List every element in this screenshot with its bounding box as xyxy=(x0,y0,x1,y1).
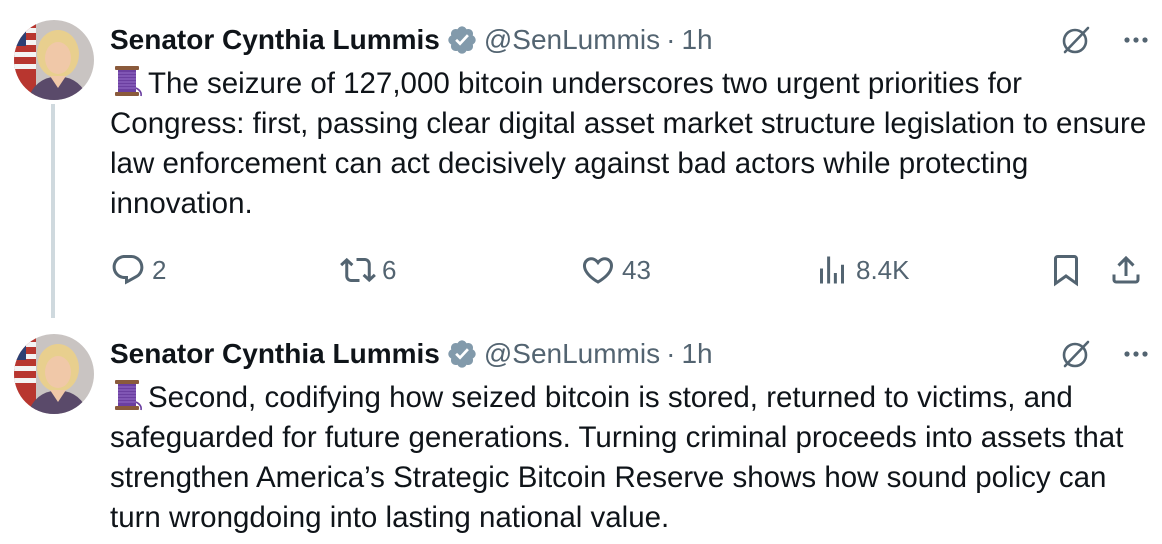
repost-icon xyxy=(340,257,376,283)
tweet-header: Senator Cynthia Lummis @SenLummis · 1h xyxy=(110,334,1162,374)
profile-photo-icon xyxy=(14,334,94,414)
reply-icon xyxy=(112,255,144,285)
timestamp[interactable]: 1h xyxy=(681,24,712,56)
grok-icon[interactable] xyxy=(1058,22,1094,58)
tweet-header: Senator Cynthia Lummis @SenLummis · 1h xyxy=(110,20,1162,60)
separator-dot: · xyxy=(666,338,676,369)
more-options-icon[interactable] xyxy=(1118,336,1154,372)
tweet-text: Second, codifying how seized bitcoin is … xyxy=(110,378,1150,538)
grok-icon[interactable] xyxy=(1058,336,1094,372)
author-handle[interactable]: @SenLummis xyxy=(484,338,660,370)
verified-badge-icon xyxy=(446,338,478,370)
tweet-2[interactable]: Senator Cynthia Lummis @SenLummis · 1h S… xyxy=(0,318,1162,544)
repost-count: 6 xyxy=(382,254,397,285)
profile-photo-icon xyxy=(14,20,94,100)
tweet-text-content: Second, codifying how seized bitcoin is … xyxy=(110,381,1124,534)
share-icon xyxy=(1112,255,1140,284)
separator-dot: · xyxy=(666,24,676,55)
author-name[interactable]: Senator Cynthia Lummis xyxy=(110,338,440,370)
views-button[interactable]: 8.4K xyxy=(814,248,910,292)
reply-count: 2 xyxy=(152,254,167,285)
action-bar: 2 6 43 8.4K xyxy=(0,248,1162,292)
like-button[interactable]: 43 xyxy=(580,248,651,292)
views-chart-icon xyxy=(820,256,844,284)
views-count: 8.4K xyxy=(856,254,910,285)
tweet-text-content: The seizure of 127,000 bitcoin underscor… xyxy=(110,67,1147,220)
avatar[interactable] xyxy=(14,334,94,414)
repost-button[interactable]: 6 xyxy=(340,248,396,292)
verified-badge-icon xyxy=(446,24,478,56)
thread-spool-icon xyxy=(110,378,144,412)
like-count: 43 xyxy=(622,254,651,285)
tweet-1[interactable]: Senator Cynthia Lummis @SenLummis · 1h T… xyxy=(0,0,1162,318)
bookmark-icon xyxy=(1054,255,1078,287)
avatar[interactable] xyxy=(14,20,94,100)
thread-spool-icon xyxy=(110,64,144,98)
share-button[interactable] xyxy=(1108,248,1144,292)
author-name[interactable]: Senator Cynthia Lummis xyxy=(110,24,440,56)
more-options-icon[interactable] xyxy=(1118,22,1154,58)
author-handle[interactable]: @SenLummis xyxy=(484,24,660,56)
timestamp[interactable]: 1h xyxy=(681,338,712,370)
heart-icon xyxy=(582,257,614,284)
tweet-text: The seizure of 127,000 bitcoin underscor… xyxy=(110,64,1150,224)
reply-button[interactable]: 2 xyxy=(110,248,166,292)
bookmark-button[interactable] xyxy=(1048,248,1084,292)
